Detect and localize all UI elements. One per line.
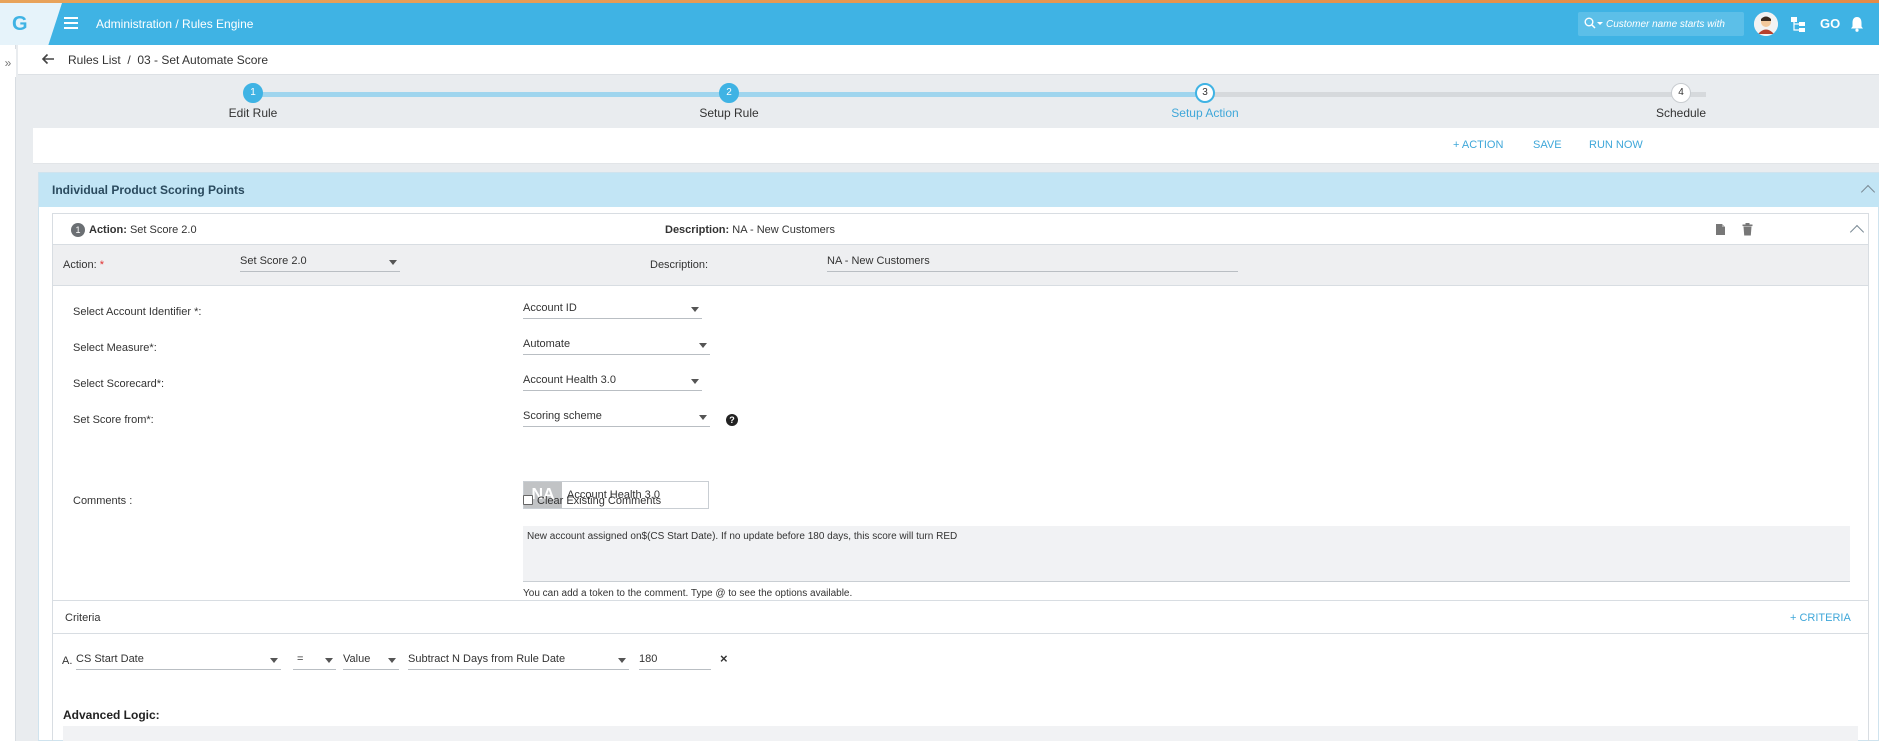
run-now-button[interactable]: RUN NOW [1589, 139, 1643, 151]
criteria-days-value: 180 [639, 653, 658, 665]
description-input[interactable]: NA - New Customers [827, 252, 1238, 272]
criteria-field-value: CS Start Date [76, 653, 144, 665]
criteria-function-select[interactable]: Subtract N Days from Rule Date [408, 650, 629, 670]
delete-icon[interactable] [1742, 223, 1753, 236]
account-identifier-label: Select Account Identifier *: [73, 306, 202, 318]
step-1-label[interactable]: Edit Rule [183, 106, 323, 120]
copy-icon[interactable] [1715, 223, 1726, 236]
advanced-logic-input[interactable] [63, 726, 1858, 741]
criteria-operator-select[interactable]: = [293, 650, 336, 670]
back-arrow-icon[interactable] [40, 51, 56, 67]
measure-value: Automate [523, 338, 571, 350]
step-4-label[interactable]: Schedule [1611, 106, 1751, 120]
action-card-header: 1 Action: Set Score 2.0 Description: NA … [53, 214, 1868, 245]
collapse-panel-icon[interactable] [1860, 184, 1876, 200]
criteria-title: Criteria [65, 612, 101, 624]
step-1-circle[interactable]: 1 [243, 83, 263, 103]
comments-textarea[interactable]: New account assigned on$(CS Start Date).… [523, 526, 1850, 582]
criteria-value-type: Value [343, 653, 371, 665]
step-4-circle[interactable]: 4 [1671, 83, 1691, 103]
add-action-button[interactable]: + ACTION [1453, 139, 1503, 151]
criteria-days-input[interactable]: 180 [639, 650, 711, 670]
scoring-panel: Individual Product Scoring Points 1 Acti… [38, 172, 1879, 741]
search-input[interactable] [1606, 16, 1740, 32]
action-number-badge: 1 [71, 223, 85, 237]
criteria-value-type-select[interactable]: Value [343, 650, 399, 670]
wizard-stepper: 1 Edit Rule 2 Setup Rule 3 Setup Action … [33, 75, 1879, 128]
step-3-label[interactable]: Setup Action [1135, 106, 1275, 120]
step-3-circle[interactable]: 3 [1195, 83, 1215, 103]
chevron-down-icon [270, 658, 278, 663]
avatar[interactable] [1754, 12, 1778, 36]
action-card: 1 Action: Set Score 2.0 Description: NA … [52, 213, 1869, 741]
score-from-label: Set Score from*: [73, 414, 154, 426]
chevron-down-icon [388, 658, 396, 663]
description-label: Description: [650, 259, 709, 271]
action-type-label: Action: * [63, 259, 104, 271]
add-criteria-button[interactable]: + CRITERIA [1790, 612, 1851, 624]
criteria-function-value: Subtract N Days from Rule Date [408, 653, 566, 665]
remove-criteria-icon[interactable]: × [720, 651, 728, 666]
panel-header[interactable]: Individual Product Scoring Points [39, 173, 1879, 207]
chevron-down-icon [691, 379, 699, 384]
score-from-select[interactable]: Scoring scheme [523, 407, 710, 427]
scorecard-select[interactable]: Account Health 3.0 [523, 371, 702, 391]
save-button[interactable]: SAVE [1533, 139, 1562, 151]
scorecard-label: Select Scorecard*: [73, 378, 165, 390]
score-from-value: Scoring scheme [523, 410, 602, 422]
rule-action-toolbar: + ACTION SAVE RUN NOW [33, 128, 1879, 164]
scorecard-value: Account Health 3.0 [523, 374, 616, 386]
action-config-row: Action: * Set Score 2.0 Description: NA … [53, 245, 1868, 286]
page-title[interactable]: Rules List / 03 - Set Automate Score [68, 53, 268, 67]
header-breadcrumb[interactable]: Administration / Rules Engine [96, 17, 253, 31]
action-type-value: Set Score 2.0 [240, 255, 307, 267]
action-summary: Action: Set Score 2.0 [89, 224, 197, 236]
clear-comments-checkbox[interactable] [523, 495, 533, 505]
advanced-logic-label: Advanced Logic: [63, 708, 160, 722]
clear-comments-label[interactable]: Clear Existing Comments [537, 495, 661, 507]
comments-label: Comments : [73, 495, 133, 507]
description-summary: Description: NA - New Customers [665, 224, 835, 236]
search-icon [1584, 17, 1596, 29]
breadcrumb: Rules List / 03 - Set Automate Score [18, 45, 1879, 75]
chevron-down-icon [389, 260, 397, 265]
action-type-select[interactable]: Set Score 2.0 [240, 252, 400, 272]
description-value: NA - New Customers [827, 255, 930, 267]
collapsed-sidebar: » [0, 45, 16, 741]
app-header: G Administration / Rules Engine GO [0, 3, 1879, 45]
logo[interactable]: G [0, 3, 62, 45]
measure-select[interactable]: Automate [523, 335, 710, 355]
account-identifier-value: Account ID [523, 302, 577, 314]
chevron-down-icon [325, 658, 333, 663]
measure-label: Select Measure*: [73, 342, 157, 354]
help-icon[interactable]: ? [726, 414, 738, 426]
chevron-down-icon [618, 658, 626, 663]
chevron-down-icon [699, 343, 707, 348]
menu-icon[interactable] [64, 17, 78, 29]
step-2-circle[interactable]: 2 [719, 83, 739, 103]
criteria-operator-value: = [297, 653, 304, 665]
criteria-header: Criteria + CRITERIA [53, 600, 1868, 634]
go-icon[interactable]: GO [1820, 16, 1840, 31]
avatar-image [1754, 12, 1778, 36]
step-2-label[interactable]: Setup Rule [659, 106, 799, 120]
chevron-down-icon [699, 415, 707, 420]
account-identifier-select[interactable]: Account ID [523, 299, 702, 319]
expand-sidebar-icon[interactable]: » [0, 49, 16, 77]
comments-hint: You can add a token to the comment. Type… [523, 588, 853, 599]
search-dropdown-icon[interactable] [1597, 22, 1603, 25]
bell-icon[interactable] [1850, 16, 1864, 32]
customer-search[interactable] [1578, 12, 1744, 36]
criteria-field-select[interactable]: CS Start Date [76, 650, 281, 670]
chevron-down-icon [691, 307, 699, 312]
logo-letter: G [12, 13, 28, 35]
criteria-row-letter: A. [62, 655, 73, 667]
progress-line-remaining [1206, 92, 1706, 97]
panel-title: Individual Product Scoring Points [52, 183, 245, 197]
collapse-action-icon[interactable] [1849, 224, 1865, 240]
org-chart-icon[interactable] [1790, 16, 1806, 32]
